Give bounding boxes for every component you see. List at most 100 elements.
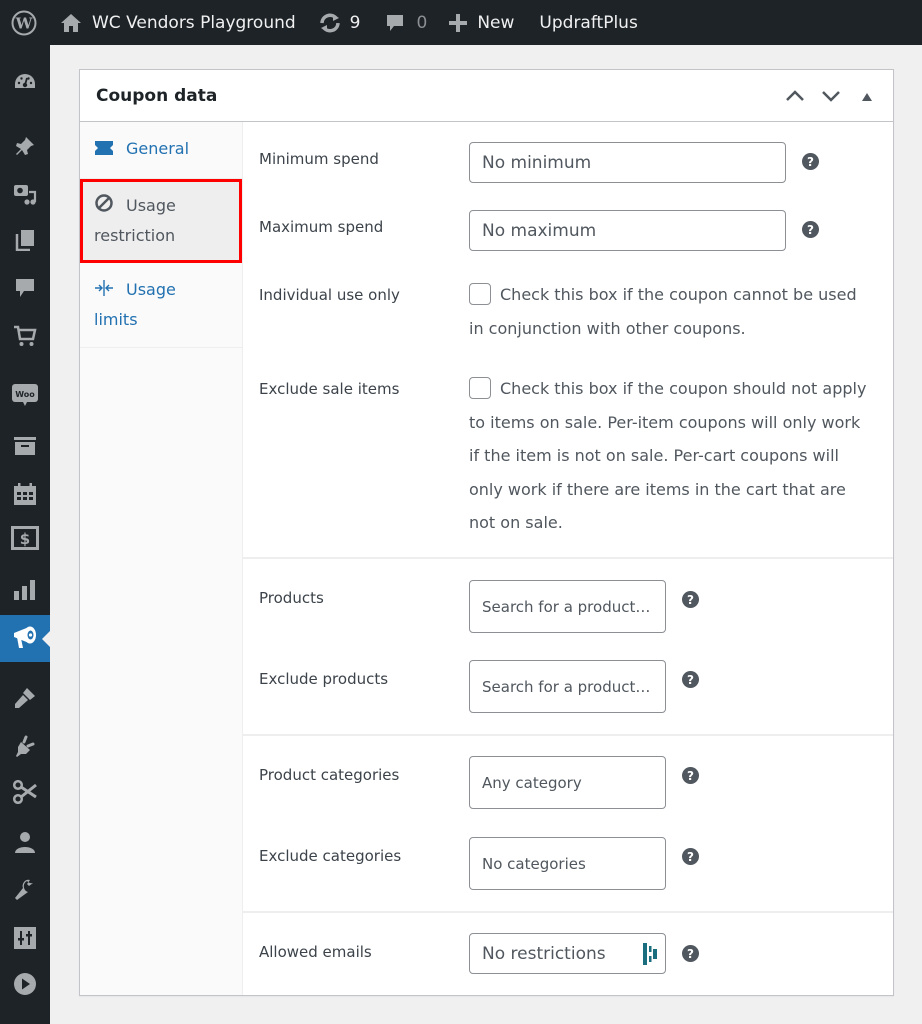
menu-tools[interactable] [0, 875, 50, 909]
new-content-menu[interactable]: New [449, 0, 514, 45]
exclude-categories-help-icon[interactable]: ? [682, 848, 699, 865]
allowed-emails-help-icon[interactable]: ? [682, 945, 699, 962]
menu-products[interactable] [0, 431, 50, 465]
exclude-products-search-input[interactable]: Search for a product… [469, 660, 666, 713]
exclude-products-placeholder: Search for a product… [482, 677, 651, 696]
coupon-tabs: General Usage restriction Usage limits [80, 122, 243, 995]
exclude-sale-description: Check this box if the coupon should not … [469, 379, 867, 532]
comment-bubble-icon [385, 13, 405, 33]
tab-general[interactable]: General [80, 122, 242, 179]
maximum-spend-help-icon[interactable]: ? [802, 221, 819, 238]
maximum-spend-label: Maximum spend [259, 218, 384, 236]
site-name: WC Vendors Playground [92, 12, 296, 33]
exclude-categories-label: Exclude categories [259, 847, 402, 865]
triangle-up-icon [861, 87, 873, 106]
svg-text:W: W [15, 14, 34, 32]
menu-comments[interactable] [0, 273, 50, 307]
menu-media[interactable] [0, 179, 50, 213]
allowed-emails-placeholder: No restrictions [482, 943, 606, 964]
comments-icon [15, 277, 35, 303]
play-icon [13, 972, 37, 1000]
menu-dashboard[interactable] [0, 67, 50, 101]
home-icon [60, 13, 82, 33]
updates-icon [318, 12, 342, 34]
menu-posts[interactable] [0, 131, 50, 165]
menu-payments[interactable]: $ [0, 523, 50, 557]
individual-use-label: Individual use only [259, 286, 400, 304]
menu-marketing[interactable] [0, 615, 50, 662]
individual-use-description: Check this box if the coupon cannot be u… [469, 285, 857, 338]
pin-icon [14, 135, 36, 161]
menu-media-player[interactable] [0, 969, 50, 1003]
tab-usage-restriction-label-1: Usage [126, 196, 176, 215]
menu-plugins[interactable] [0, 731, 50, 765]
tab-usage-limits[interactable]: Usage limits [80, 263, 242, 348]
settings-sliders-icon [13, 926, 37, 954]
maximum-spend-placeholder: No maximum [482, 220, 597, 241]
products-help-icon[interactable]: ? [682, 591, 699, 608]
exclude-products-label: Exclude products [259, 670, 389, 688]
exclude-categories-input[interactable]: No categories [469, 837, 666, 890]
menu-settings[interactable] [0, 923, 50, 957]
admin-side-menu: Woo $ [0, 45, 50, 1024]
comments-count: 0 [416, 12, 428, 33]
archive-icon [13, 436, 37, 460]
products-placeholder: Search for a product… [482, 597, 651, 616]
product-categories-help-icon[interactable]: ? [682, 767, 699, 784]
coupon-panel-wrap: General Usage restriction Usage limits Min… [80, 122, 893, 995]
new-label: New [477, 12, 515, 33]
admin-bar: W WC Vendors Playground 9 0 New UpdraftP… [0, 0, 922, 45]
chart-bar-icon [13, 579, 37, 605]
menu-snippets[interactable] [0, 777, 50, 811]
comments-menu[interactable]: 0 [385, 0, 428, 45]
tab-usage-limits-label-2: limits [94, 310, 138, 329]
minimum-spend-input[interactable]: No minimum [469, 142, 786, 183]
exclude-sale-row: Check this box if the coupon should not … [469, 372, 869, 540]
user-icon [14, 831, 36, 857]
plus-icon [449, 13, 468, 32]
megaphone-icon [11, 624, 39, 654]
menu-bookings[interactable] [0, 479, 50, 513]
ticket-icon [94, 137, 116, 165]
no-entry-icon [94, 193, 116, 222]
product-categories-input[interactable]: Any category [469, 756, 666, 809]
tab-usage-restriction-label-2: restriction [94, 226, 176, 245]
exclude-products-help-icon[interactable]: ? [682, 671, 699, 688]
menu-analytics[interactable] [0, 575, 50, 609]
menu-woocommerce-orders[interactable] [0, 321, 50, 355]
tab-usage-restriction[interactable]: Usage restriction [80, 179, 242, 263]
toggle-panel-button[interactable] [849, 78, 885, 114]
password-manager-icon[interactable] [643, 943, 657, 970]
allowed-emails-input[interactable]: No restrictions [469, 933, 666, 974]
individual-use-checkbox[interactable] [469, 283, 491, 305]
exclude-sale-checkbox[interactable] [469, 377, 491, 399]
minimum-spend-label: Minimum spend [259, 150, 379, 168]
menu-woocommerce[interactable]: Woo [0, 380, 50, 414]
product-categories-label: Product categories [259, 766, 400, 784]
site-name-menu[interactable]: WC Vendors Playground [48, 0, 296, 45]
scissors-icon [12, 779, 38, 808]
usage-restriction-panel: Minimum spend No minimum ? Maximum spend… [243, 122, 893, 995]
chevron-down-icon [821, 87, 841, 106]
updraftplus-menu[interactable]: UpdraftPlus [539, 0, 637, 45]
move-down-button[interactable] [813, 78, 849, 114]
move-up-button[interactable] [777, 78, 813, 114]
dashboard-icon [13, 72, 37, 96]
brush-icon [13, 686, 37, 714]
allowed-emails-label: Allowed emails [259, 943, 372, 961]
updraftplus-label: UpdraftPlus [539, 12, 638, 33]
menu-appearance[interactable] [0, 683, 50, 717]
minimum-spend-help-icon[interactable]: ? [802, 153, 819, 170]
updates-count: 9 [349, 12, 361, 33]
product-categories-placeholder: Any category [482, 773, 582, 792]
updates-menu[interactable]: 9 [318, 0, 361, 45]
wp-logo-menu[interactable]: W [0, 0, 48, 45]
pages-icon [15, 229, 35, 255]
products-label: Products [259, 589, 324, 607]
svg-text:Woo: Woo [15, 390, 35, 399]
maximum-spend-input[interactable]: No maximum [469, 210, 786, 251]
calendar-icon [13, 482, 37, 510]
menu-users[interactable] [0, 827, 50, 861]
products-search-input[interactable]: Search for a product… [469, 580, 666, 633]
menu-pages[interactable] [0, 225, 50, 259]
